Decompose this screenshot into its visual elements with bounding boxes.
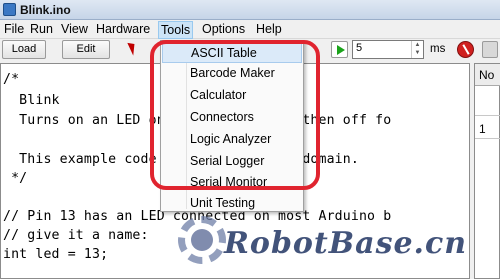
menu-view[interactable]: View — [59, 22, 90, 38]
divider — [475, 115, 500, 116]
toolbar-overflow-icon[interactable] — [482, 41, 498, 58]
menu-item-unit-testing[interactable]: Unit Testing — [162, 193, 302, 214]
play-button[interactable] — [331, 41, 348, 58]
code-line: /* — [3, 72, 20, 87]
menu-item-serial-monitor[interactable]: Serial Monitor — [162, 172, 302, 193]
title-bar: Blink.ino — [0, 0, 500, 20]
cursor-icon[interactable] — [127, 40, 139, 56]
menu-bar: File Run View Hardware Tools Options Hel… — [0, 20, 500, 39]
menu-hardware[interactable]: Hardware — [94, 22, 152, 38]
menu-item-ascii-table[interactable]: ASCII Table — [162, 42, 302, 63]
menu-help[interactable]: Help — [254, 22, 284, 38]
side-panel: No 1 — [474, 63, 500, 279]
window-title: Blink.ino — [20, 3, 71, 17]
edit-button[interactable]: Edit — [62, 40, 110, 59]
menu-tools[interactable]: Tools — [158, 21, 194, 39]
tools-menu-dropdown: ASCII Table Barcode Maker Calculator Con… — [160, 40, 304, 212]
menu-item-logic-analyzer[interactable]: Logic Analyzer — [162, 129, 302, 150]
menu-item-calculator[interactable]: Calculator — [162, 85, 302, 106]
code-line: int led = 13; — [3, 247, 109, 262]
code-line: */ — [3, 171, 28, 186]
menu-item-connectors[interactable]: Connectors — [162, 107, 302, 128]
stop-icon[interactable] — [457, 41, 474, 58]
menu-item-serial-logger[interactable]: Serial Logger — [162, 151, 302, 172]
menu-file[interactable]: File — [2, 22, 26, 38]
menu-item-barcode-maker[interactable]: Barcode Maker — [162, 63, 302, 84]
code-line: Blink — [3, 93, 60, 108]
arduino-app-icon — [3, 3, 16, 16]
divider — [475, 138, 500, 139]
interval-unit-label: ms — [430, 43, 446, 55]
load-button[interactable]: Load — [2, 40, 46, 59]
menu-run[interactable]: Run — [28, 22, 55, 38]
interval-spinner[interactable]: ▲ ▼ — [411, 41, 423, 58]
side-panel-header: No — [475, 64, 500, 86]
side-panel-value: 1 — [479, 122, 486, 136]
menu-options[interactable]: Options — [200, 22, 247, 38]
code-line: // give it a name: — [3, 228, 149, 243]
